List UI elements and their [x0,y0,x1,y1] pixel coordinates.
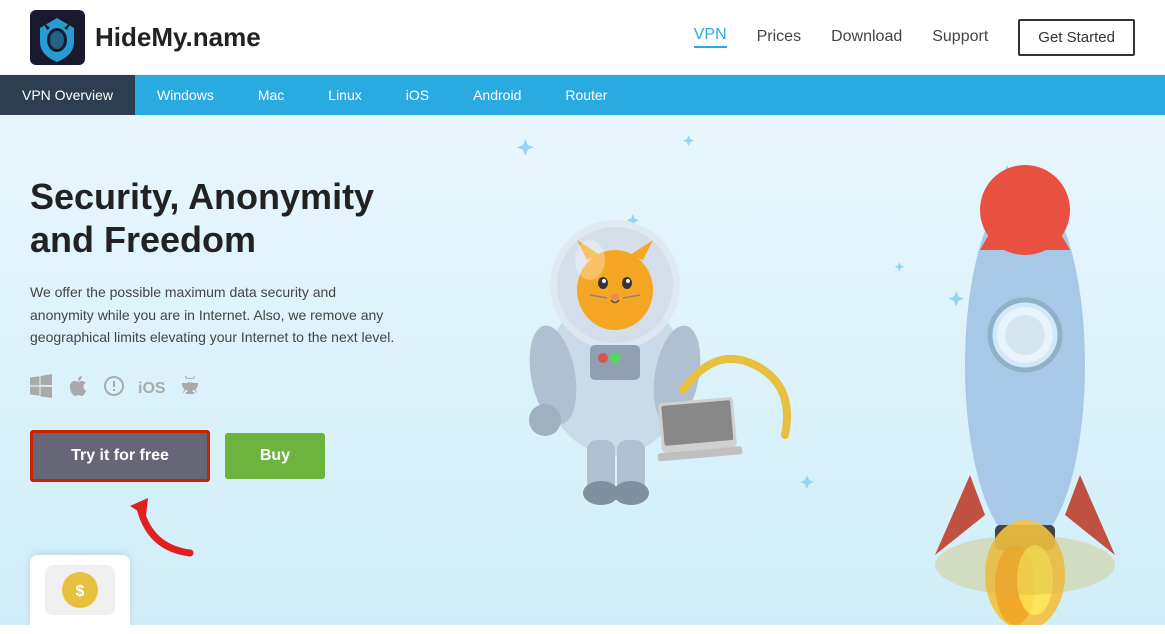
nav-download[interactable]: Download [831,28,902,46]
subnav-router[interactable]: Router [543,75,629,115]
ios-label: iOS [138,380,166,398]
buy-button[interactable]: Buy [225,433,325,479]
bottom-card: $ [30,555,130,625]
nav-vpn[interactable]: VPN [694,26,727,48]
subnav-mac[interactable]: Mac [236,75,306,115]
subnav: VPN Overview Windows Mac Linux iOS Andro… [0,75,1165,115]
windows-icon [30,374,54,405]
linux-icon [102,374,126,405]
logo-text: HideMy.name [95,22,261,53]
svg-text:$: $ [76,583,85,600]
main-nav: VPN Prices Download Support Get Started [694,19,1135,56]
get-started-button[interactable]: Get Started [1018,19,1135,56]
platform-icons: iOS [30,374,400,405]
nav-prices[interactable]: Prices [757,28,801,46]
subnav-windows[interactable]: Windows [135,75,236,115]
hero-description: We offer the possible maximum data secur… [30,281,400,348]
button-row: Try it for free Buy [30,430,400,482]
bottom-card-icon: $ [40,560,120,620]
arrow-indicator [130,488,210,563]
hero-left: Security, Anonymityand Freedom We offer … [30,155,400,482]
try-free-button[interactable]: Try it for free [30,430,210,482]
hero-illustration [415,115,1165,625]
hero-section: Security, Anonymityand Freedom We offer … [0,115,1165,625]
logo-icon [30,10,85,65]
subnav-vpn-overview[interactable]: VPN Overview [0,75,135,115]
hero-title: Security, Anonymityand Freedom [30,175,400,261]
rocket-group [935,165,1115,625]
subnav-linux[interactable]: Linux [306,75,383,115]
cat-astronaut-group [523,220,787,505]
android-icon [178,374,202,405]
subnav-ios[interactable]: iOS [384,75,451,115]
header: HideMy.name VPN Prices Download Support … [0,0,1165,75]
nav-support[interactable]: Support [932,28,988,46]
hero-svg [415,115,1165,625]
logo-area: HideMy.name [30,10,261,65]
subnav-android[interactable]: Android [451,75,543,115]
apple-icon [66,374,90,405]
